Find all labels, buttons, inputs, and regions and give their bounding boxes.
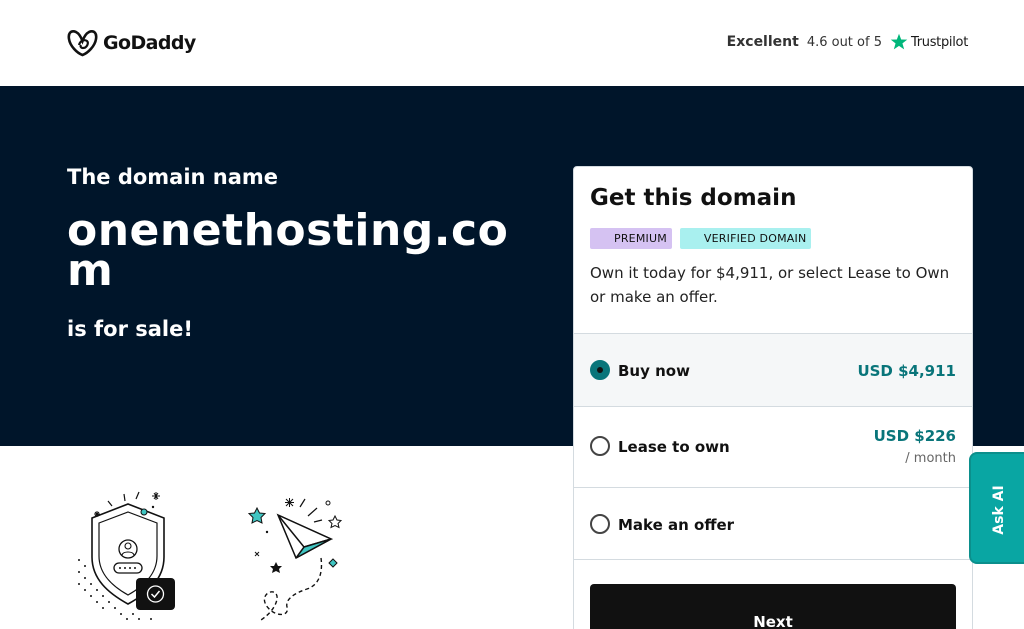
verified-domain-badge: VERIFIED DOMAIN <box>679 228 812 249</box>
premium-badge: PREMIUM <box>590 228 672 249</box>
hero-intro: The domain name <box>67 165 279 189</box>
option-make-offer[interactable]: Make an offer <box>574 487 972 560</box>
lease-to-own-price: USD $226 <box>873 427 956 445</box>
godaddy-logo-icon <box>67 30 98 57</box>
trustpilot-rating[interactable]: Excellent 4.6 out of 5 Trustpilot <box>727 31 968 53</box>
make-offer-label: Make an offer <box>618 516 735 534</box>
lease-to-own-label: Lease to own <box>618 438 730 456</box>
option-buy-now[interactable]: Buy now USD $4,911 <box>574 333 972 406</box>
logo-text: GoDaddy <box>103 32 196 54</box>
for-sale-text: is for sale! <box>67 317 193 341</box>
card-title: Get this domain <box>590 185 797 211</box>
lease-to-own-period: / month <box>905 451 956 466</box>
paper-plane-illustration-icon <box>247 498 343 621</box>
domain-name-heading: onenethosting.com <box>67 205 509 296</box>
rating-label: Excellent <box>726 34 799 50</box>
option-lease-to-own[interactable]: Lease to own USD $226 / month <box>574 406 972 487</box>
shield-illustration-icon <box>78 491 175 620</box>
ask-ai-button[interactable]: Ask AI <box>969 452 1024 564</box>
rating-score: 4.6 out of 5 <box>806 34 882 50</box>
trustpilot-brand: Trustpilot <box>890 33 968 51</box>
next-button[interactable]: Next <box>590 584 956 629</box>
ask-ai-label: Ask AI <box>991 485 1007 535</box>
make-offer-radio[interactable] <box>590 514 610 534</box>
lease-to-own-radio[interactable] <box>590 436 610 456</box>
get-domain-card: Get this domain PREMIUM VERIFIED DOMAIN … <box>573 166 973 629</box>
buy-now-price: USD $4,911 <box>857 362 956 380</box>
site-header: GoDaddy Excellent 4.6 out of 5 Trustpilo… <box>0 0 1024 86</box>
offer-description: Own it today for $4,911, or select Lease… <box>590 264 950 306</box>
godaddy-logo[interactable]: GoDaddy <box>67 29 196 57</box>
badge-row: PREMIUM VERIFIED DOMAIN <box>590 228 812 249</box>
buy-now-label: Buy now <box>618 362 690 380</box>
buy-now-radio[interactable] <box>590 360 610 380</box>
trustpilot-star-icon <box>890 33 908 50</box>
trustpilot-name: Trustpilot <box>910 34 968 50</box>
